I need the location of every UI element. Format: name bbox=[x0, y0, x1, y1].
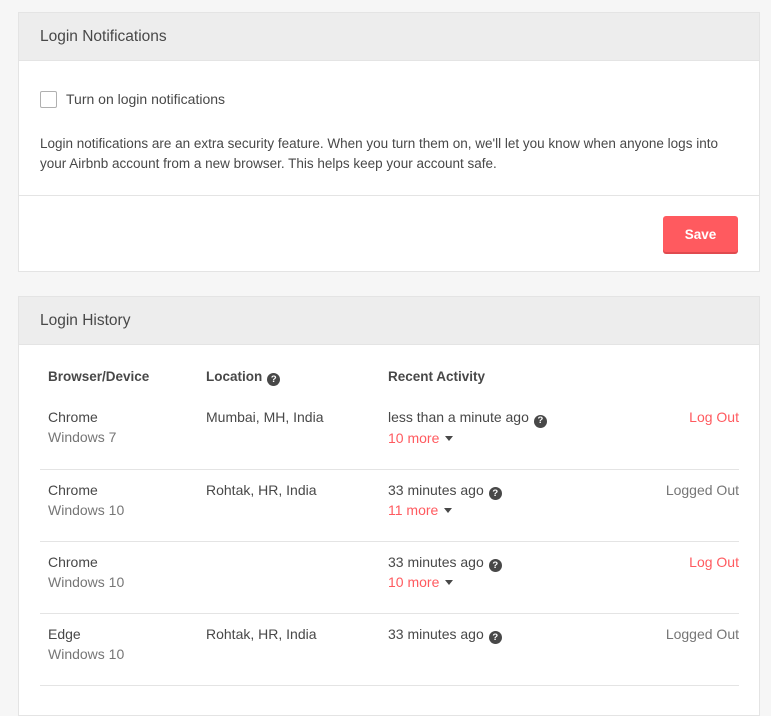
caret-down-icon bbox=[445, 580, 454, 585]
location-cell: Rohtak, HR, India bbox=[206, 481, 317, 498]
table-row: Chrome Windows 7 Mumbai, MH, India less … bbox=[40, 397, 739, 469]
question-circle-icon[interactable]: ? bbox=[488, 559, 502, 572]
table-header-row: Browser/Device Location? Recent Activity bbox=[40, 369, 739, 397]
browser-name: Chrome bbox=[48, 409, 98, 425]
location-cell: Mumbai, MH, India bbox=[206, 409, 324, 425]
more-activity-toggle[interactable]: 10 more bbox=[388, 572, 615, 592]
browser-name: Chrome bbox=[48, 553, 98, 570]
login-history-table: Browser/Device Location? Recent Activity… bbox=[40, 369, 739, 686]
activity-cell: 33 minutes ago? bbox=[380, 613, 615, 685]
caret-down-icon bbox=[444, 508, 453, 513]
log-out-link[interactable]: Log Out bbox=[689, 409, 739, 425]
location-cell bbox=[198, 541, 380, 613]
os-name: Windows 10 bbox=[48, 573, 125, 590]
question-circle-icon[interactable]: ? bbox=[488, 487, 502, 500]
column-header-action bbox=[615, 369, 739, 397]
location-cell: Rohtak, HR, India bbox=[206, 625, 317, 642]
save-button[interactable]: Save bbox=[663, 216, 738, 252]
device-cell: Chrome Windows 7 bbox=[40, 397, 198, 469]
question-circle-icon[interactable]: ? bbox=[533, 414, 547, 428]
activity-cell: less than a minute ago? 10 more bbox=[380, 397, 615, 469]
caret-down-icon bbox=[445, 435, 454, 441]
browser-name: Edge bbox=[48, 625, 81, 642]
os-name: Windows 10 bbox=[48, 645, 125, 662]
device-cell: Edge Windows 10 bbox=[40, 613, 198, 685]
question-circle-icon[interactable]: ? bbox=[267, 373, 281, 386]
login-notifications-checkbox-label[interactable]: Turn on login notifications bbox=[66, 91, 225, 107]
login-notifications-title: Login Notifications bbox=[19, 13, 759, 61]
login-notifications-checkbox[interactable] bbox=[40, 90, 57, 108]
logged-out-status: Logged Out bbox=[665, 481, 739, 498]
activity-time: 33 minutes ago bbox=[388, 481, 484, 498]
login-notifications-panel: Login Notifications Turn on login notifi… bbox=[18, 12, 760, 272]
action-cell: Log Out bbox=[615, 397, 739, 469]
browser-name: Chrome bbox=[48, 481, 98, 498]
os-name: Windows 7 bbox=[48, 429, 117, 445]
action-cell: Log Out bbox=[615, 541, 739, 613]
column-header-location: Location? bbox=[198, 369, 380, 397]
log-out-link[interactable]: Log Out bbox=[689, 554, 739, 570]
action-cell: Logged Out bbox=[615, 469, 739, 541]
column-header-activity: Recent Activity bbox=[388, 369, 486, 384]
more-activity-toggle[interactable]: 11 more bbox=[388, 500, 615, 520]
more-activity-toggle[interactable]: 10 more bbox=[388, 428, 615, 448]
activity-time: 33 minutes ago bbox=[388, 553, 484, 570]
login-history-panel: Login History Browser/Device Location? R… bbox=[18, 296, 760, 716]
device-cell: Chrome Windows 10 bbox=[40, 541, 198, 613]
question-circle-icon[interactable]: ? bbox=[488, 631, 502, 644]
table-row: Chrome Windows 10 Rohtak, HR, India 33 m… bbox=[40, 469, 739, 541]
column-header-browser: Browser/Device bbox=[48, 369, 150, 384]
login-notifications-toggle[interactable]: Turn on login notifications bbox=[40, 89, 738, 109]
device-cell: Chrome Windows 10 bbox=[40, 469, 198, 541]
activity-cell: 33 minutes ago? 10 more bbox=[380, 541, 615, 613]
login-history-title: Login History bbox=[19, 297, 759, 345]
activity-cell: 33 minutes ago? 11 more bbox=[380, 469, 615, 541]
table-row: Edge Windows 10 Rohtak, HR, India 33 min… bbox=[40, 613, 739, 685]
login-notifications-description: Login notifications are an extra securit… bbox=[40, 136, 718, 171]
table-row: Chrome Windows 10 33 minutes ago? 10 mor… bbox=[40, 541, 739, 613]
os-name: Windows 10 bbox=[48, 501, 125, 518]
activity-time: less than a minute ago bbox=[388, 409, 529, 425]
logged-out-status: Logged Out bbox=[665, 625, 739, 642]
activity-time: 33 minutes ago bbox=[388, 625, 484, 642]
divider bbox=[19, 195, 759, 196]
action-cell: Logged Out bbox=[615, 613, 739, 685]
